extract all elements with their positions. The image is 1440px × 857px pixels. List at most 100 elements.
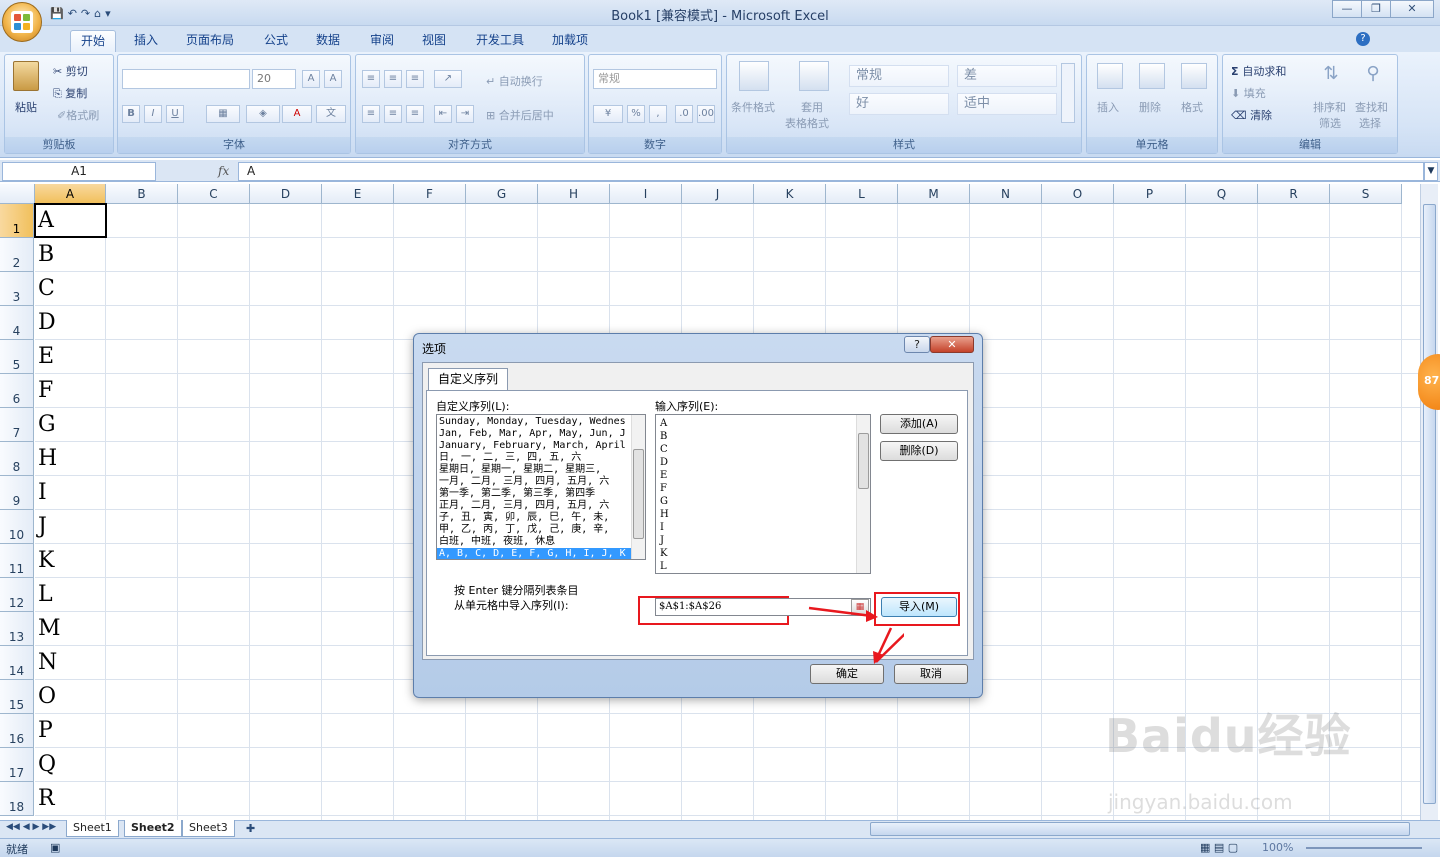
insert-cells-button[interactable]: 插入 bbox=[1097, 99, 1119, 115]
binoculars-icon[interactable]: ⚲ bbox=[1359, 63, 1387, 89]
shrink-font-icon[interactable]: A bbox=[324, 70, 342, 88]
copy-button[interactable]: ⎘ 复制 bbox=[53, 85, 87, 101]
cancel-button[interactable]: 取消 bbox=[894, 664, 968, 684]
column-header-b[interactable]: B bbox=[106, 184, 178, 204]
style-good[interactable]: 好 bbox=[849, 93, 949, 115]
list-entries-scrollbar[interactable] bbox=[856, 415, 870, 573]
row-header-15[interactable]: 15 bbox=[0, 680, 34, 714]
phonetic-icon[interactable]: 文 bbox=[316, 105, 346, 123]
column-header-o[interactable]: O bbox=[1042, 184, 1114, 204]
row-header-12[interactable]: 12 bbox=[0, 578, 34, 612]
style-bad[interactable]: 差 bbox=[957, 65, 1057, 87]
insert-cells-icon[interactable] bbox=[1097, 63, 1123, 89]
macro-record-icon[interactable]: ▣ bbox=[50, 841, 60, 854]
fx-icon[interactable]: fx bbox=[218, 164, 229, 178]
row-header-9[interactable]: 9 bbox=[0, 476, 34, 510]
cell-a4[interactable]: D bbox=[35, 306, 106, 340]
column-header-g[interactable]: G bbox=[466, 184, 538, 204]
wrap-text-button[interactable]: ↵ 自动换行 bbox=[486, 73, 543, 89]
sheet-tab-3[interactable]: Sheet3 bbox=[182, 820, 235, 837]
row-header-14[interactable]: 14 bbox=[0, 646, 34, 680]
sort-filter-button[interactable]: 排序和 bbox=[1313, 99, 1346, 115]
styles-gallery-scroll[interactable] bbox=[1061, 63, 1075, 123]
row-header-6[interactable]: 6 bbox=[0, 374, 34, 408]
style-normal[interactable]: 常规 bbox=[849, 65, 949, 87]
column-header-d[interactable]: D bbox=[250, 184, 322, 204]
list-entries-scroll-thumb[interactable] bbox=[858, 433, 869, 489]
grow-font-icon[interactable]: A bbox=[302, 70, 320, 88]
column-header-a[interactable]: A bbox=[35, 184, 106, 204]
format-painter-button[interactable]: ✐格式刷 bbox=[57, 107, 99, 123]
zoom-slider[interactable] bbox=[1306, 847, 1422, 849]
close-button[interactable]: ✕ bbox=[1390, 0, 1434, 18]
align-top-icon[interactable]: ≡ bbox=[362, 70, 380, 88]
cell-a15[interactable]: O bbox=[35, 680, 106, 714]
align-right-icon[interactable]: ≡ bbox=[406, 105, 424, 123]
custom-list-item[interactable]: 子, 丑, 寅, 卯, 辰, 巳, 午, 未, bbox=[437, 512, 631, 524]
custom-list-item[interactable]: Jan, Feb, Mar, Apr, May, Jun, J bbox=[437, 428, 631, 440]
cell-a13[interactable]: M bbox=[35, 612, 106, 646]
tab-custom-lists[interactable]: 自定义序列 bbox=[428, 368, 508, 390]
cell-a8[interactable]: H bbox=[35, 442, 106, 476]
column-header-m[interactable]: M bbox=[898, 184, 970, 204]
comma-button[interactable]: , bbox=[649, 105, 667, 123]
autosum-button[interactable]: Σ 自动求和 bbox=[1231, 63, 1286, 79]
custom-list-item[interactable]: A, B, C, D, E, F, G, H, I, J, K bbox=[437, 548, 631, 559]
custom-list-item[interactable]: 甲, 乙, 丙, 丁, 戊, 己, 庚, 辛, bbox=[437, 524, 631, 536]
row-header-3[interactable]: 3 bbox=[0, 272, 34, 306]
row-header-8[interactable]: 8 bbox=[0, 442, 34, 476]
find-select-button[interactable]: 查找和 bbox=[1355, 99, 1388, 115]
font-name-combo[interactable] bbox=[122, 69, 250, 89]
add-button[interactable]: 添加(A) bbox=[880, 414, 958, 434]
row-header-1[interactable]: 1 bbox=[0, 204, 34, 238]
cell-a18[interactable]: R bbox=[35, 782, 106, 816]
row-header-17[interactable]: 17 bbox=[0, 748, 34, 782]
delete-cells-icon[interactable] bbox=[1139, 63, 1165, 89]
tab-formulas[interactable]: 公式 bbox=[254, 30, 298, 52]
conditional-format-button[interactable]: 条件格式 bbox=[731, 99, 775, 115]
tab-page-layout[interactable]: 页面布局 bbox=[176, 30, 244, 52]
custom-list-item[interactable]: January, February, March, April bbox=[437, 440, 631, 452]
tab-addins[interactable]: 加载项 bbox=[542, 30, 598, 52]
custom-list-item[interactable]: 第一季, 第二季, 第三季, 第四季 bbox=[437, 488, 631, 500]
sheet-tab-2[interactable]: Sheet2 bbox=[124, 820, 182, 837]
insert-sheet-icon[interactable]: ✚ bbox=[246, 822, 255, 835]
view-buttons-icon[interactable]: ▦ ▤ ▢ bbox=[1200, 841, 1238, 854]
cut-button[interactable]: ✂ 剪切 bbox=[53, 63, 88, 79]
clear-button[interactable]: ⌫ 清除 bbox=[1231, 107, 1272, 123]
sort-filter-icon[interactable]: ⇅ bbox=[1317, 63, 1345, 89]
column-header-n[interactable]: N bbox=[970, 184, 1042, 204]
row-header-7[interactable]: 7 bbox=[0, 408, 34, 442]
increase-decimal-icon[interactable]: .0 bbox=[675, 105, 693, 123]
name-box[interactable]: A1 bbox=[2, 162, 156, 181]
cell-a17[interactable]: Q bbox=[35, 748, 106, 782]
tab-view[interactable]: 视图 bbox=[412, 30, 456, 52]
floating-badge[interactable]: 87 bbox=[1418, 354, 1440, 410]
font-color-icon[interactable]: A bbox=[282, 105, 312, 123]
column-header-l[interactable]: L bbox=[826, 184, 898, 204]
select-all-corner[interactable] bbox=[0, 184, 35, 204]
custom-lists-listbox[interactable]: Sunday, Monday, Tuesday, Wednes Jan, Feb,… bbox=[436, 414, 646, 560]
format-as-table-icon[interactable] bbox=[799, 61, 829, 91]
decrease-indent-icon[interactable]: ⇤ bbox=[434, 105, 452, 123]
tab-review[interactable]: 审阅 bbox=[360, 30, 404, 52]
currency-icon[interactable]: ¥ bbox=[593, 105, 623, 123]
border-icon[interactable]: ▦ bbox=[206, 105, 240, 123]
column-header-f[interactable]: F bbox=[394, 184, 466, 204]
underline-button[interactable]: U bbox=[166, 105, 184, 123]
custom-list-item[interactable]: 日, 一, 二, 三, 四, 五, 六 bbox=[437, 452, 631, 464]
row-header-16[interactable]: 16 bbox=[0, 714, 34, 748]
fill-button[interactable]: ⬇ 填充 bbox=[1231, 85, 1266, 101]
italic-button[interactable]: I bbox=[144, 105, 162, 123]
fill-color-icon[interactable]: ◈ bbox=[246, 105, 280, 123]
zoom-level[interactable]: 100% bbox=[1262, 841, 1293, 854]
row-header-5[interactable]: 5 bbox=[0, 340, 34, 374]
merge-center-button[interactable]: ⊞ 合并后居中 bbox=[486, 107, 554, 123]
align-left-icon[interactable]: ≡ bbox=[362, 105, 380, 123]
custom-list-item[interactable]: 一月, 二月, 三月, 四月, 五月, 六 bbox=[437, 476, 631, 488]
custom-list-item[interactable]: 星期日, 星期一, 星期二, 星期三, bbox=[437, 464, 631, 476]
align-bottom-icon[interactable]: ≡ bbox=[406, 70, 424, 88]
row-header-10[interactable]: 10 bbox=[0, 510, 34, 544]
number-format-combo[interactable]: 常规 bbox=[593, 69, 717, 89]
office-button[interactable] bbox=[2, 2, 42, 42]
